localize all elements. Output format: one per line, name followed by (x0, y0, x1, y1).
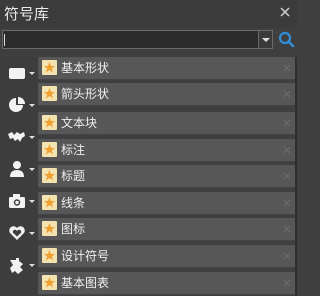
close-icon[interactable] (282, 145, 292, 155)
category-label: 基本图表 (61, 276, 110, 290)
category-label: 标题 (61, 169, 86, 183)
close-icon[interactable] (282, 278, 292, 288)
search-field[interactable] (2, 30, 264, 49)
text-caret (4, 34, 5, 46)
category-row-callouts[interactable]: 标注 (38, 139, 295, 162)
category-row-arrow-shapes[interactable]: 箭头形状 (38, 83, 295, 106)
sidebar-item-charts[interactable] (0, 89, 38, 121)
star-icon (42, 221, 57, 236)
sidebar-item-hearts[interactable] (0, 217, 38, 249)
category-row-titles[interactable]: 标题 (38, 165, 295, 188)
category-row-design-symbols[interactable]: 设计符号 (38, 245, 295, 268)
sidebar-item-camera[interactable] (0, 185, 38, 217)
symbol-category-list: 基本形状 箭头形状 文本块 标注 标题 线条 图标 设计符号 基本图表 (38, 57, 297, 296)
camera-icon (9, 194, 25, 208)
category-row-basic-shapes[interactable]: 基本形状 (38, 57, 295, 80)
search-row (0, 28, 297, 52)
sidebar-item-shapes[interactable] (0, 57, 38, 89)
search-input[interactable] (3, 31, 264, 48)
category-row-basic-charts[interactable]: 基本图表 (38, 272, 295, 295)
category-row-lines[interactable]: 线条 (38, 192, 295, 215)
chevron-down-icon (29, 200, 35, 203)
star-icon (42, 248, 57, 263)
close-icon[interactable] (282, 89, 292, 99)
search-icon[interactable] (278, 31, 295, 48)
star-icon (42, 60, 57, 75)
scrollbar[interactable] (295, 57, 297, 296)
close-icon[interactable] (282, 224, 292, 234)
star-icon (42, 142, 57, 157)
sidebar-item-maps[interactable] (0, 121, 38, 153)
category-row-icons[interactable]: 图标 (38, 218, 295, 241)
close-icon[interactable] (282, 198, 292, 208)
chevron-down-icon (29, 264, 35, 267)
chevron-down-icon (29, 104, 35, 107)
category-label: 线条 (61, 196, 86, 210)
star-icon (42, 275, 57, 290)
star-icon (42, 195, 57, 210)
panel-title: 符号库 (4, 5, 50, 23)
category-row-text-blocks[interactable]: 文本块 (38, 112, 295, 135)
category-label: 箭头形状 (61, 87, 110, 101)
star-icon (42, 168, 57, 183)
star-icon (42, 86, 57, 101)
chevron-down-icon (29, 232, 35, 235)
pie-chart-icon (9, 97, 25, 112)
map-icon (8, 132, 25, 142)
chevron-down-icon (262, 38, 270, 42)
puzzle-icon (10, 258, 23, 274)
star-icon (42, 115, 57, 130)
chevron-down-icon (29, 136, 35, 139)
category-label: 设计符号 (61, 249, 110, 263)
close-icon[interactable] (282, 171, 292, 181)
close-icon[interactable] (277, 4, 293, 20)
chevron-down-icon (29, 72, 35, 75)
close-icon[interactable] (282, 118, 292, 128)
sidebar-item-puzzle[interactable] (0, 249, 38, 281)
person-icon (10, 161, 24, 177)
chevron-down-icon (29, 168, 35, 171)
category-label: 文本块 (61, 116, 98, 130)
category-label: 标注 (61, 143, 86, 157)
category-label: 基本形状 (61, 61, 110, 75)
category-label: 图标 (61, 222, 86, 236)
search-dropdown-button[interactable] (258, 30, 273, 49)
panel-header: 符号库 (0, 0, 297, 28)
sidebar-item-people[interactable] (0, 153, 38, 185)
close-icon[interactable] (282, 63, 292, 73)
category-sidebar (0, 57, 38, 296)
rectangle-icon (9, 68, 25, 79)
close-icon[interactable] (282, 251, 292, 261)
heart-icon (9, 226, 25, 240)
